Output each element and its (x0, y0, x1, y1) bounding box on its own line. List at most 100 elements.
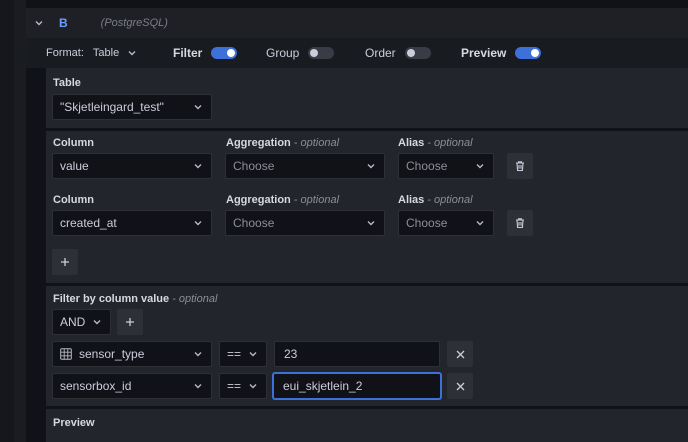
alias-select-placeholder: Choose (406, 159, 448, 173)
table-section: Table "Skjetleingard_test" (46, 68, 688, 128)
table-select[interactable]: "Skjetleingard_test" (52, 94, 212, 120)
columns-section: Column Aggregation - optional Alias - opti… (46, 131, 688, 283)
filter-operator-select[interactable]: == (219, 341, 267, 367)
table-label: Table (53, 77, 81, 89)
order-toggle-group[interactable]: Order (365, 38, 431, 68)
aggregation-label: Aggregation - optional (226, 194, 339, 206)
editor-rail (14, 0, 26, 442)
filter-operator-select[interactable]: == (219, 373, 267, 399)
preview-toggle[interactable] (515, 47, 542, 59)
aggregation-select-placeholder: Choose (233, 216, 275, 230)
group-toggle[interactable] (308, 47, 335, 59)
toggle-knob (406, 49, 415, 57)
remove-column-button[interactable] (507, 153, 533, 179)
filter-label-text: Filter by column value (53, 293, 170, 305)
filter-column-value: sensorbox_id (60, 379, 132, 393)
column-select-value: created_at (60, 216, 117, 230)
alias-select[interactable]: Choose (398, 210, 494, 236)
alias-label-text: Alias (398, 194, 425, 206)
aggregation-select[interactable]: Choose (225, 210, 385, 236)
chevron-down-icon (193, 349, 203, 359)
optional-hint: - optional (293, 137, 340, 149)
column-select-value: value (60, 159, 89, 173)
filter-toggle-label: Filter (173, 46, 203, 60)
alias-label: Alias - optional (398, 137, 473, 149)
chevron-down-icon (193, 381, 203, 391)
query-row-header[interactable]: B (PostgreSQL) (26, 8, 688, 38)
chevron-down-icon (193, 218, 203, 228)
plus-icon (60, 257, 70, 267)
trash-icon (514, 160, 526, 172)
alias-label: Alias - optional (398, 194, 473, 206)
remove-filter-button[interactable] (447, 373, 473, 399)
column-select[interactable]: created_at (52, 210, 212, 236)
chevron-down-icon (248, 349, 258, 359)
query-ref-id[interactable]: B (59, 16, 68, 30)
chevron-down-icon (193, 102, 203, 112)
query-toolbar: Format: Table Filter Group Order Preview (26, 38, 688, 68)
add-column-button[interactable] (52, 249, 78, 275)
aggregation-label-text: Aggregation (226, 137, 291, 149)
trash-icon (514, 217, 526, 229)
column-label: Column (53, 137, 94, 149)
chevron-down-icon (475, 161, 485, 171)
filter-toggle-group[interactable]: Filter (173, 38, 238, 68)
filter-logic-value: AND (60, 315, 86, 329)
filter-column-value: sensor_type (79, 347, 145, 361)
filter-toggle[interactable] (211, 47, 238, 59)
toggle-knob (310, 49, 319, 57)
aggregation-label: Aggregation - optional (226, 137, 339, 149)
column-select[interactable]: value (52, 153, 212, 179)
preview-toggle-group[interactable]: Preview (461, 38, 542, 68)
alias-select-placeholder: Choose (406, 216, 448, 230)
filter-value-text: eui_skjetlein_2 (283, 379, 363, 393)
table-select-value: "Skjetleingard_test" (60, 100, 164, 114)
close-icon (456, 382, 465, 391)
group-toggle-label: Group (266, 46, 300, 60)
format-selector[interactable]: Format: Table (46, 38, 137, 68)
filter-column-select[interactable]: sensor_type (52, 341, 212, 367)
chevron-down-icon (366, 218, 376, 228)
chevron-down-icon (92, 317, 102, 327)
remove-column-button[interactable] (507, 210, 533, 236)
add-filter-button[interactable] (117, 309, 143, 335)
chevron-down-icon (475, 218, 485, 228)
left-gutter (0, 0, 14, 442)
optional-hint: - optional (172, 293, 218, 305)
aggregation-select-placeholder: Choose (233, 159, 275, 173)
filter-value-input[interactable]: 23 (274, 341, 440, 367)
filter-logic-select[interactable]: AND (52, 309, 111, 335)
optional-hint: - optional (427, 194, 473, 206)
datasource-name: (PostgreSQL) (100, 17, 168, 29)
optional-hint: - optional (427, 137, 473, 149)
chevron-down-icon (366, 161, 376, 171)
filter-value-input[interactable]: eui_skjetlein_2 (273, 373, 441, 399)
filter-operator-value: == (227, 347, 242, 361)
filter-value-text: 23 (284, 347, 298, 361)
chevron-down-icon (193, 161, 203, 171)
alias-select[interactable]: Choose (398, 153, 494, 179)
aggregation-select[interactable]: Choose (225, 153, 385, 179)
chevron-down-icon (248, 381, 258, 391)
close-icon (456, 350, 465, 359)
plus-icon (125, 317, 135, 327)
aggregation-label-text: Aggregation (226, 194, 291, 206)
column-label: Column (53, 194, 94, 206)
filter-column-select[interactable]: sensorbox_id (52, 373, 212, 399)
alias-label-text: Alias (398, 137, 425, 149)
group-toggle-group[interactable]: Group (266, 38, 335, 68)
order-toggle[interactable] (404, 47, 431, 59)
chevron-down-icon (127, 48, 137, 58)
optional-hint: - optional (293, 194, 340, 206)
filter-label: Filter by column value - optional (53, 293, 217, 305)
preview-section: Preview (46, 409, 688, 442)
toggle-knob (531, 49, 540, 57)
filter-operator-value: == (227, 379, 242, 393)
toggle-knob (227, 49, 236, 57)
collapse-chevron-icon[interactable] (34, 18, 44, 28)
preview-toggle-label: Preview (461, 46, 507, 60)
format-value[interactable]: Table (93, 47, 119, 59)
remove-filter-button[interactable] (447, 341, 473, 367)
table-grid-icon (60, 348, 72, 360)
filter-section: Filter by column value - optional AND sen… (46, 286, 688, 406)
